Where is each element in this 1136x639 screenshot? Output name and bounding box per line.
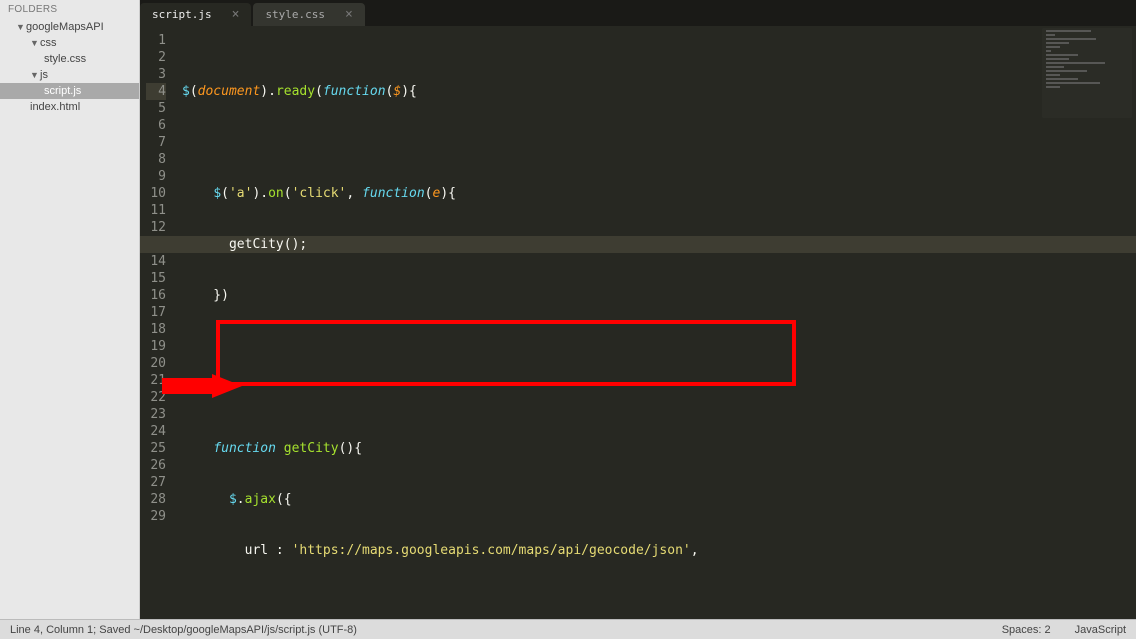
tab-bar: script.js × style.css ×: [140, 0, 1136, 26]
line-number-gutter: 1234567891011121314151617181920212223242…: [140, 26, 176, 619]
tree-item-label: css: [40, 37, 57, 49]
line-number: 19: [146, 338, 166, 355]
line-number: 28: [146, 491, 166, 508]
status-language[interactable]: JavaScript: [1075, 624, 1126, 636]
line-number: 23: [146, 406, 166, 423]
tree-item-label: js: [40, 69, 48, 81]
line-number: 10: [146, 185, 166, 202]
line-number: 11: [146, 202, 166, 219]
line-number: 12: [146, 219, 166, 236]
close-icon[interactable]: ×: [232, 7, 240, 22]
line-number: 2: [146, 49, 166, 66]
line-number: 8: [146, 151, 166, 168]
tree-item-label: googleMapsAPI: [26, 21, 104, 33]
editor-tab[interactable]: script.js ×: [140, 3, 251, 26]
tab-label: script.js: [152, 8, 212, 21]
tree-item-label: index.html: [30, 101, 80, 113]
line-number: 14: [146, 253, 166, 270]
folder-tree-folder[interactable]: ▼js: [0, 67, 139, 83]
minimap[interactable]: [1042, 28, 1132, 118]
status-left: Line 4, Column 1; Saved ~/Desktop/google…: [10, 624, 357, 636]
line-number: 1: [146, 32, 166, 49]
sidebar-header: FOLDERS: [0, 0, 139, 19]
disclosure-triangle-icon[interactable]: ▼: [30, 70, 40, 80]
tab-label: style.css: [265, 8, 325, 21]
folder-tree-file[interactable]: script.js: [0, 83, 139, 99]
line-number: 29: [146, 508, 166, 525]
close-icon[interactable]: ×: [345, 7, 353, 22]
folder-tree-folder[interactable]: ▼googleMapsAPI: [0, 19, 139, 35]
editor-body[interactable]: 1234567891011121314151617181920212223242…: [140, 26, 1136, 619]
status-indent[interactable]: Spaces: 2: [1002, 624, 1051, 636]
line-number: 18: [146, 321, 166, 338]
line-number: 24: [146, 423, 166, 440]
code-content[interactable]: $(document).ready(function($){ $('a').on…: [176, 26, 1136, 619]
folder-tree-file[interactable]: style.css: [0, 51, 139, 67]
line-number: 22: [146, 389, 166, 406]
folder-tree-file[interactable]: index.html: [0, 99, 139, 115]
line-number: 21: [146, 372, 166, 389]
tree-item-label: script.js: [44, 85, 81, 97]
line-number: 20: [146, 355, 166, 372]
line-number: 15: [146, 270, 166, 287]
editor-tab[interactable]: style.css ×: [253, 3, 364, 26]
folder-tree: ▼googleMapsAPI▼cssstyle.css▼jsscript.jsi…: [0, 19, 139, 115]
line-number: 3: [146, 66, 166, 83]
folder-sidebar: FOLDERS ▼googleMapsAPI▼cssstyle.css▼jssc…: [0, 0, 140, 619]
line-number: 5: [146, 100, 166, 117]
line-number: 6: [146, 117, 166, 134]
folder-tree-folder[interactable]: ▼css: [0, 35, 139, 51]
line-number: 25: [146, 440, 166, 457]
line-number: 4: [146, 83, 166, 100]
disclosure-triangle-icon[interactable]: ▼: [30, 38, 40, 48]
status-bar: Line 4, Column 1; Saved ~/Desktop/google…: [0, 619, 1136, 639]
line-number: 26: [146, 457, 166, 474]
line-number: 27: [146, 474, 166, 491]
editor-area: script.js×style.css× 1234567891011121314…: [140, 0, 1136, 619]
line-number: 17: [146, 304, 166, 321]
line-number: 9: [146, 168, 166, 185]
line-number: 16: [146, 287, 166, 304]
disclosure-triangle-icon[interactable]: ▼: [16, 22, 26, 32]
line-number: 7: [146, 134, 166, 151]
tree-item-label: style.css: [44, 53, 86, 65]
